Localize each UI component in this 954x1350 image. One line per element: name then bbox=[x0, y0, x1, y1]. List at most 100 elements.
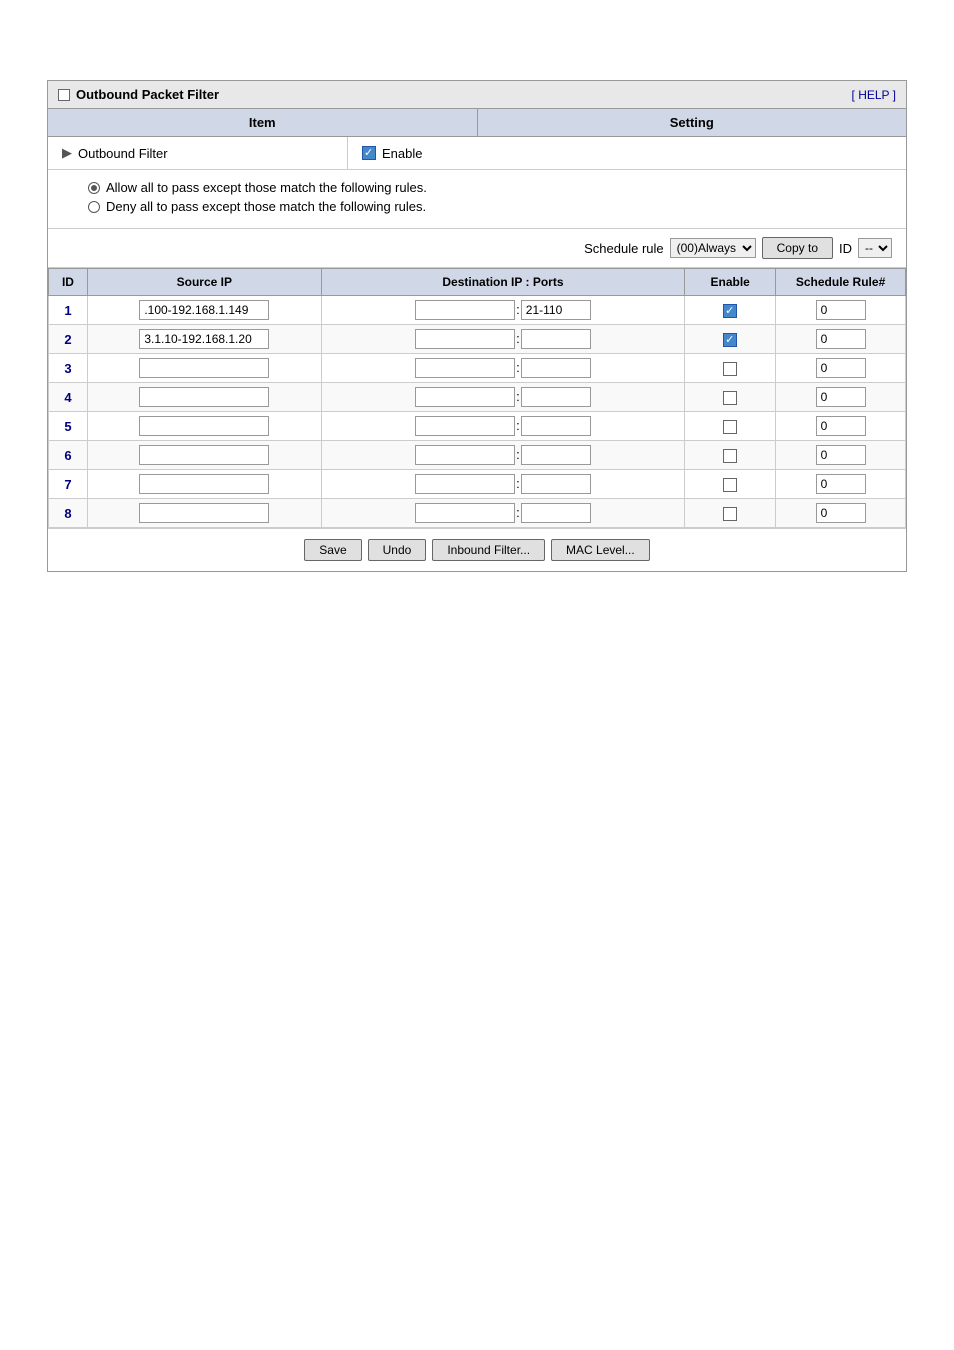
header-item: Item bbox=[48, 109, 478, 136]
radio-section: Allow all to pass except those match the… bbox=[48, 170, 906, 229]
mac-level-button[interactable]: MAC Level... bbox=[551, 539, 650, 561]
dest-ip-input[interactable] bbox=[415, 416, 515, 436]
row-enable bbox=[685, 383, 776, 412]
row-schedule bbox=[776, 354, 906, 383]
title-row: Outbound Packet Filter [ HELP ] bbox=[48, 81, 906, 109]
radio-allow[interactable] bbox=[88, 182, 100, 194]
row-destination: : bbox=[321, 470, 685, 499]
dest-port-input[interactable] bbox=[521, 300, 591, 320]
dest-port-input[interactable] bbox=[521, 416, 591, 436]
dest-ip-input[interactable] bbox=[415, 503, 515, 523]
enable-checkbox[interactable] bbox=[723, 478, 737, 492]
save-button[interactable]: Save bbox=[304, 539, 361, 561]
source-ip-input[interactable] bbox=[139, 387, 269, 407]
row-id: 4 bbox=[49, 383, 88, 412]
source-ip-input[interactable] bbox=[139, 416, 269, 436]
th-source-ip: Source IP bbox=[87, 269, 321, 296]
dest-port-input[interactable] bbox=[521, 387, 591, 407]
dest-port-input[interactable] bbox=[521, 445, 591, 465]
row-source-ip bbox=[87, 499, 321, 528]
row-id: 6 bbox=[49, 441, 88, 470]
dest-ip-input[interactable] bbox=[415, 358, 515, 378]
enable-label: Enable bbox=[382, 146, 422, 161]
row-schedule bbox=[776, 296, 906, 325]
filter-table: ID Source IP Destination IP : Ports Enab… bbox=[48, 268, 906, 528]
dest-port-input[interactable] bbox=[521, 474, 591, 494]
enable-checkbox[interactable] bbox=[723, 449, 737, 463]
row-id: 1 bbox=[49, 296, 88, 325]
dest-port-input[interactable] bbox=[521, 503, 591, 523]
schedule-always-dropdown[interactable]: (00)Always bbox=[670, 238, 756, 258]
th-schedule-rule: Schedule Rule# bbox=[776, 269, 906, 296]
row-schedule bbox=[776, 383, 906, 412]
table-row: 2: bbox=[49, 325, 906, 354]
header-setting: Setting bbox=[478, 109, 907, 136]
radio-deny[interactable] bbox=[88, 201, 100, 213]
enable-checkbox[interactable] bbox=[723, 420, 737, 434]
schedule-input[interactable] bbox=[816, 329, 866, 349]
row-enable bbox=[685, 296, 776, 325]
row-destination: : bbox=[321, 499, 685, 528]
schedule-rule-label: Schedule rule bbox=[584, 241, 664, 256]
row-destination: : bbox=[321, 383, 685, 412]
enable-checkbox[interactable] bbox=[723, 391, 737, 405]
th-enable: Enable bbox=[685, 269, 776, 296]
dest-ip-input[interactable] bbox=[415, 329, 515, 349]
schedule-input[interactable] bbox=[816, 300, 866, 320]
dest-ip-input[interactable] bbox=[415, 300, 515, 320]
outbound-filter-label: Outbound Filter bbox=[78, 146, 168, 161]
undo-button[interactable]: Undo bbox=[368, 539, 427, 561]
enable-checkbox[interactable] bbox=[723, 333, 737, 347]
source-ip-input[interactable] bbox=[139, 358, 269, 378]
source-ip-input[interactable] bbox=[139, 503, 269, 523]
row-schedule bbox=[776, 412, 906, 441]
enable-checkbox[interactable] bbox=[723, 304, 737, 318]
enable-checkbox[interactable] bbox=[723, 507, 737, 521]
schedule-row: Schedule rule (00)Always Copy to ID --12… bbox=[48, 229, 906, 268]
row-enable bbox=[685, 325, 776, 354]
schedule-input[interactable] bbox=[816, 416, 866, 436]
help-link[interactable]: [ HELP ] bbox=[852, 88, 896, 102]
dest-port-input[interactable] bbox=[521, 358, 591, 378]
row-source-ip bbox=[87, 441, 321, 470]
title-left: Outbound Packet Filter bbox=[58, 87, 219, 102]
row-enable bbox=[685, 470, 776, 499]
source-ip-input[interactable] bbox=[139, 474, 269, 494]
id-dropdown[interactable]: --12345678 bbox=[858, 238, 892, 258]
schedule-input[interactable] bbox=[816, 358, 866, 378]
th-id: ID bbox=[49, 269, 88, 296]
dest-port-input[interactable] bbox=[521, 329, 591, 349]
dest-ip-input[interactable] bbox=[415, 387, 515, 407]
schedule-input[interactable] bbox=[816, 474, 866, 494]
row-schedule bbox=[776, 441, 906, 470]
source-ip-input[interactable] bbox=[139, 445, 269, 465]
row-destination: : bbox=[321, 441, 685, 470]
row-schedule bbox=[776, 325, 906, 354]
column-headers: Item Setting bbox=[48, 109, 906, 137]
inbound-filter-button[interactable]: Inbound Filter... bbox=[432, 539, 545, 561]
row-source-ip bbox=[87, 354, 321, 383]
table-row: 6: bbox=[49, 441, 906, 470]
row-id: 5 bbox=[49, 412, 88, 441]
row-enable bbox=[685, 441, 776, 470]
source-ip-input[interactable] bbox=[139, 300, 269, 320]
row-schedule bbox=[776, 499, 906, 528]
row-source-ip bbox=[87, 383, 321, 412]
row-enable bbox=[685, 412, 776, 441]
copy-to-button[interactable]: Copy to bbox=[762, 237, 833, 259]
row-source-ip bbox=[87, 470, 321, 499]
schedule-input[interactable] bbox=[816, 445, 866, 465]
row-id: 7 bbox=[49, 470, 88, 499]
dest-ip-input[interactable] bbox=[415, 474, 515, 494]
footer-row: Save Undo Inbound Filter... MAC Level... bbox=[48, 528, 906, 571]
row-source-ip bbox=[87, 325, 321, 354]
dest-ip-input[interactable] bbox=[415, 445, 515, 465]
enable-checkbox[interactable] bbox=[362, 146, 376, 160]
enable-checkbox[interactable] bbox=[723, 362, 737, 376]
row-id: 2 bbox=[49, 325, 88, 354]
source-ip-input[interactable] bbox=[139, 329, 269, 349]
panel-title: Outbound Packet Filter bbox=[76, 87, 219, 102]
id-label: ID bbox=[839, 241, 852, 256]
schedule-input[interactable] bbox=[816, 387, 866, 407]
schedule-input[interactable] bbox=[816, 503, 866, 523]
